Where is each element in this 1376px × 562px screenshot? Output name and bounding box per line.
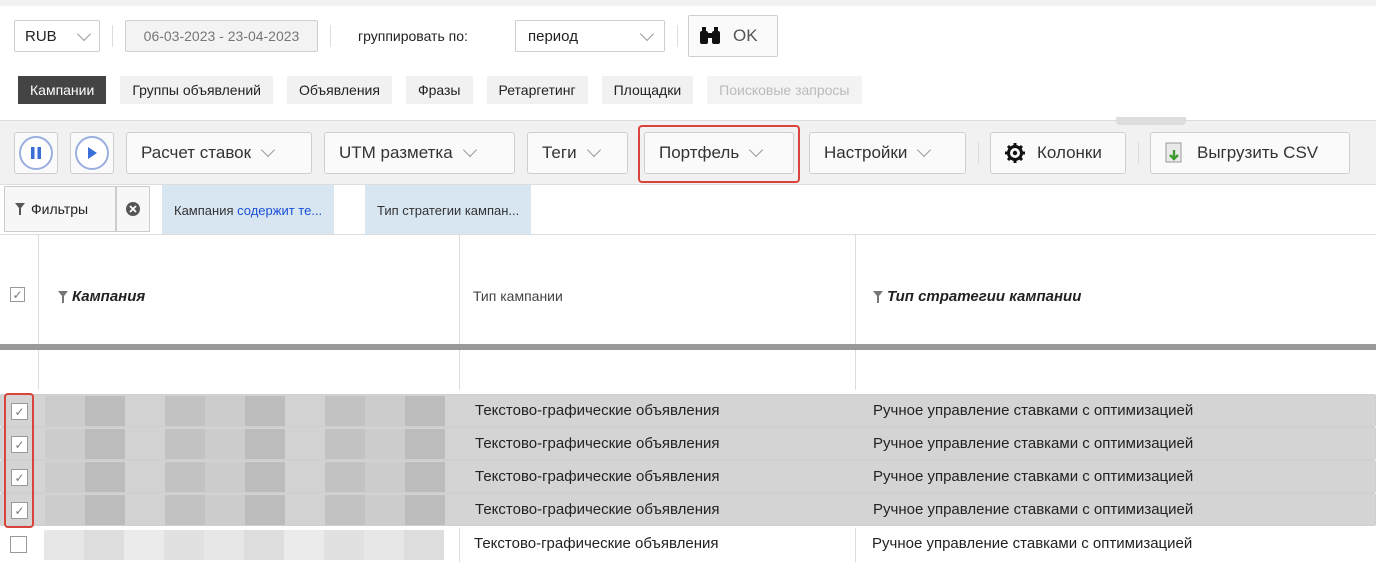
export-csv-label: Выгрузить CSV (1197, 143, 1319, 162)
play-button[interactable] (70, 132, 114, 174)
filter-chip-prefix: Тип стратегии кампан... (377, 202, 520, 218)
clear-filters-button[interactable] (116, 186, 150, 232)
column-header-strategy-type[interactable]: Тип стратегии кампании (873, 288, 1081, 305)
chevron-down-icon (749, 142, 764, 158)
portfolio-dropdown[interactable]: Портфель (644, 132, 794, 174)
col-divider (459, 234, 460, 390)
chevron-down-icon (76, 26, 92, 41)
play-icon (75, 136, 109, 170)
table-row[interactable]: ✓ Текстово-графические объявления Ручное… (0, 493, 1376, 526)
settings-label: Настройки (824, 143, 908, 162)
campaign-name-redacted (45, 395, 445, 426)
tab-retargeting[interactable]: Ретаргетинг (486, 76, 588, 104)
currency-value: RUB (25, 27, 57, 45)
currency-select[interactable]: RUB (14, 20, 100, 52)
filter-chip-prefix: Кампания (174, 202, 238, 218)
utm-label: UTM разметка (339, 143, 453, 162)
strategy-cell: Ручное управление ставками с оптимизацие… (873, 402, 1194, 419)
tab-phrases[interactable]: Фразы (405, 76, 473, 104)
table-row[interactable]: ✓ Текстово-графические объявления Ручное… (0, 394, 1376, 427)
portfolio-label: Портфель (659, 143, 740, 162)
column-header-label: Тип кампании (473, 288, 563, 304)
tags-dropdown[interactable]: Теги (527, 132, 628, 174)
divider (1138, 142, 1139, 164)
campaign-name-redacted (44, 529, 444, 560)
chevron-down-icon (586, 142, 601, 158)
close-circle-icon (126, 202, 140, 216)
col-divider (38, 234, 39, 390)
chevron-down-icon (917, 142, 932, 158)
filter-icon (873, 290, 883, 303)
export-icon (1165, 142, 1182, 163)
date-range-picker[interactable]: 06-03-2023 - 23-04-2023 (125, 20, 318, 52)
tab-placements[interactable]: Площадки (601, 76, 694, 104)
tab-search-queries: Поисковые запросы (707, 76, 862, 104)
checkbox-highlight (4, 393, 34, 528)
strategy-cell: Ручное управление ставками с оптимизацие… (873, 468, 1194, 485)
campaign-name-redacted (45, 494, 445, 525)
pause-icon (19, 136, 53, 170)
col-divider (459, 528, 460, 562)
ok-button[interactable]: OK (688, 15, 778, 57)
date-range-value: 06-03-2023 - 23-04-2023 (143, 28, 300, 44)
ok-label: OK (733, 26, 758, 45)
bid-calc-label: Расчет ставок (141, 143, 252, 162)
group-by-select[interactable]: период (515, 20, 665, 52)
binoculars-icon (700, 27, 720, 44)
chevron-down-icon (261, 142, 276, 158)
campaign-name-redacted (45, 428, 445, 459)
campaign-type-cell: Текстово-графические объявления (475, 468, 720, 485)
bid-calc-dropdown[interactable]: Расчет ставок (126, 132, 312, 174)
column-header-label: Тип стратегии кампании (887, 288, 1082, 305)
table-row[interactable]: Текстово-графические объявления Ручное у… (0, 528, 1376, 561)
table-header (0, 234, 1376, 344)
divider (112, 25, 113, 47)
row-checkbox[interactable] (10, 536, 27, 553)
filter-icon (58, 290, 68, 303)
settings-dropdown[interactable]: Настройки (809, 132, 966, 174)
filters-label: Фильтры (31, 201, 89, 217)
tab-bar: Кампании Группы объявлений Объявления Фр… (18, 76, 862, 104)
campaign-type-cell: Текстово-графические объявления (475, 501, 720, 518)
collapse-handle[interactable] (1116, 117, 1186, 125)
pause-button[interactable] (14, 132, 58, 174)
columns-label: Колонки (1037, 143, 1102, 162)
group-by-value: период (528, 27, 578, 45)
campaign-type-cell: Текстово-графические объявления (475, 435, 720, 452)
group-by-label: группировать по: (358, 28, 468, 44)
gear-icon (1005, 143, 1025, 163)
export-csv-button[interactable]: Выгрузить CSV (1150, 132, 1350, 174)
column-header-campaign[interactable]: Кампания (58, 288, 145, 305)
divider (677, 25, 678, 47)
tab-ads[interactable]: Объявления (286, 76, 392, 104)
chevron-down-icon (462, 142, 477, 158)
filter-chip-campaign[interactable]: Кампания содержит те... (162, 185, 335, 235)
strategy-cell: Ручное управление ставками с оптимизацие… (873, 501, 1194, 518)
header-separator (0, 344, 1376, 350)
select-all-checkbox[interactable]: ✓ (10, 287, 25, 302)
columns-button[interactable]: Колонки (990, 132, 1126, 174)
campaign-type-cell: Текстово-графические объявления (475, 402, 720, 419)
column-header-label: Кампания (72, 288, 146, 305)
col-divider (855, 528, 856, 562)
divider (978, 142, 979, 164)
tab-ad-groups[interactable]: Группы объявлений (120, 76, 273, 104)
divider (330, 25, 331, 47)
table-row[interactable]: ✓ Текстово-графические объявления Ручное… (0, 427, 1376, 460)
filter-icon (15, 203, 25, 215)
table-row[interactable]: ✓ Текстово-графические объявления Ручное… (0, 460, 1376, 493)
strategy-cell: Ручное управление ставками с оптимизацие… (873, 435, 1194, 452)
campaign-type-cell: Текстово-графические объявления (474, 535, 719, 552)
tab-campaigns[interactable]: Кампании (18, 76, 107, 104)
strategy-cell: Ручное управление ставками с оптимизацие… (872, 535, 1193, 552)
filter-chip-condition: содержит те... (237, 202, 323, 218)
column-header-campaign-type[interactable]: Тип кампании (473, 288, 563, 304)
utm-dropdown[interactable]: UTM разметка (324, 132, 515, 174)
filters-button[interactable]: Фильтры (4, 186, 116, 232)
tags-label: Теги (542, 143, 577, 162)
filter-chip-strategy[interactable]: Тип стратегии кампан... (365, 185, 532, 235)
chevron-down-icon (639, 26, 655, 41)
col-divider (855, 234, 856, 390)
campaign-name-redacted (45, 461, 445, 492)
